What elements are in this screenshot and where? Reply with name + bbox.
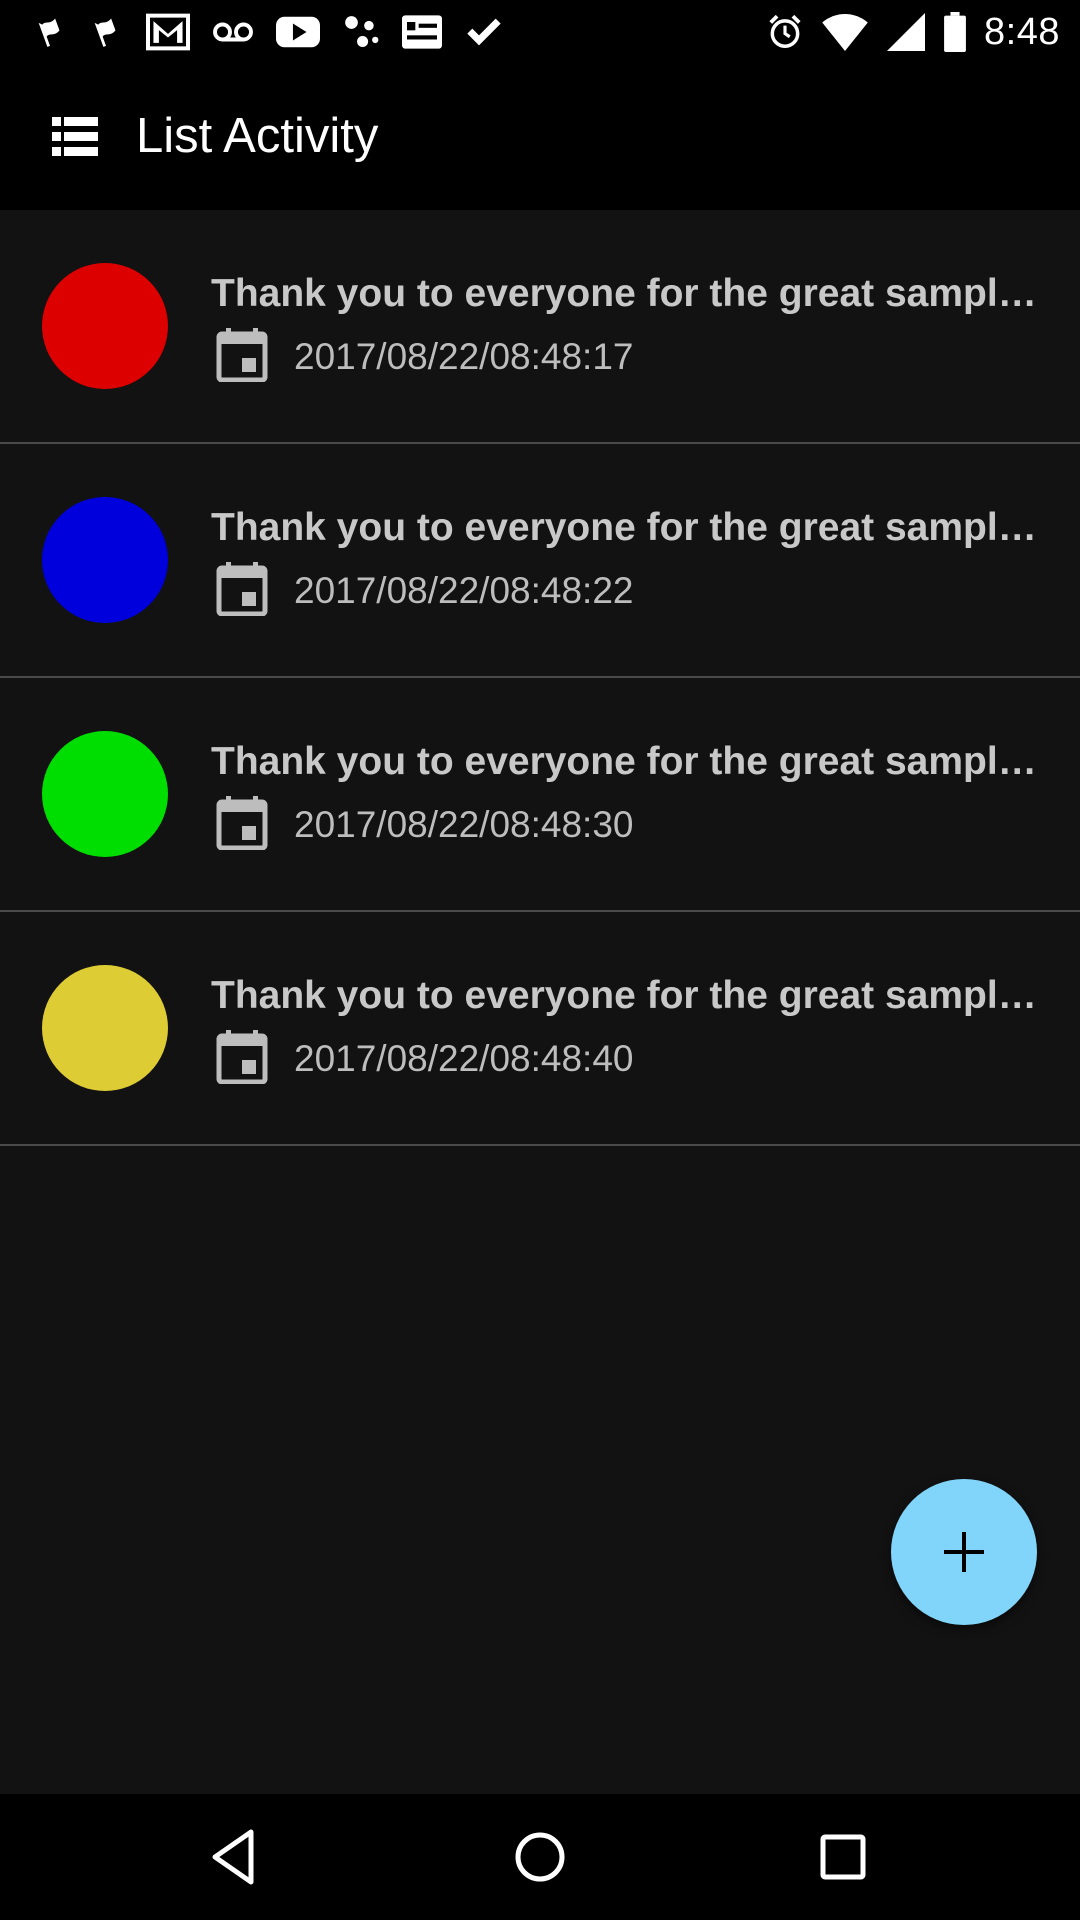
voicemail-icon [213,22,253,42]
item-date: 2017/08/22/08:48:17 [294,336,634,377]
calendar-icon [216,796,268,850]
battery-icon [944,12,966,52]
toolbar: List Activity [0,63,1080,210]
home-icon[interactable] [507,1824,573,1890]
wifi-icon [822,13,868,51]
calendar-icon [216,328,268,382]
item-title: Thank you to everyone for the great samp… [211,506,1041,549]
item-date: 2017/08/22/08:48:30 [294,804,634,845]
list-item[interactable]: Thank you to everyone for the great samp… [0,210,1080,444]
item-title: Thank you to everyone for the great samp… [211,740,1041,783]
status-bar: 8:48 [0,0,1080,63]
color-avatar [42,263,168,389]
alarm-icon [769,14,801,48]
screen: 8:48 List Activity Thank you to everyone… [0,0,1080,1920]
news-icon [402,15,442,49]
flag-icon [38,18,60,47]
dots-icon [345,16,379,48]
calendar-icon [216,1030,268,1084]
signal-icon [887,13,926,51]
navigation-bar [0,1794,1080,1920]
clock: 8:48 [984,10,1060,53]
color-avatar [42,731,168,857]
item-title: Thank you to everyone for the great samp… [211,974,1041,1017]
item-list: Thank you to everyone for the great samp… [0,210,1080,1146]
youtube-icon [276,16,320,48]
item-date: 2017/08/22/08:48:40 [294,1038,634,1079]
item-date: 2017/08/22/08:48:22 [294,570,634,611]
color-avatar [42,497,168,623]
list-item[interactable]: Thank you to everyone for the great samp… [0,444,1080,678]
gmail-icon [146,13,190,51]
list-item[interactable]: Thank you to everyone for the great samp… [0,678,1080,912]
list-item[interactable]: Thank you to everyone for the great samp… [0,912,1080,1146]
back-icon[interactable] [203,1824,269,1890]
item-title: Thank you to everyone for the great samp… [211,272,1041,315]
plus-icon [944,1532,984,1572]
notification-icons [34,10,504,54]
page-title: List Activity [136,109,379,163]
color-avatar [42,965,168,1091]
check-icon [467,18,501,46]
list-icon[interactable] [52,117,98,157]
calendar-icon [216,562,268,616]
system-icons: 8:48 [766,10,1060,54]
add-button[interactable] [891,1479,1037,1625]
recents-icon[interactable] [810,1824,876,1890]
flag-icon [94,18,116,47]
